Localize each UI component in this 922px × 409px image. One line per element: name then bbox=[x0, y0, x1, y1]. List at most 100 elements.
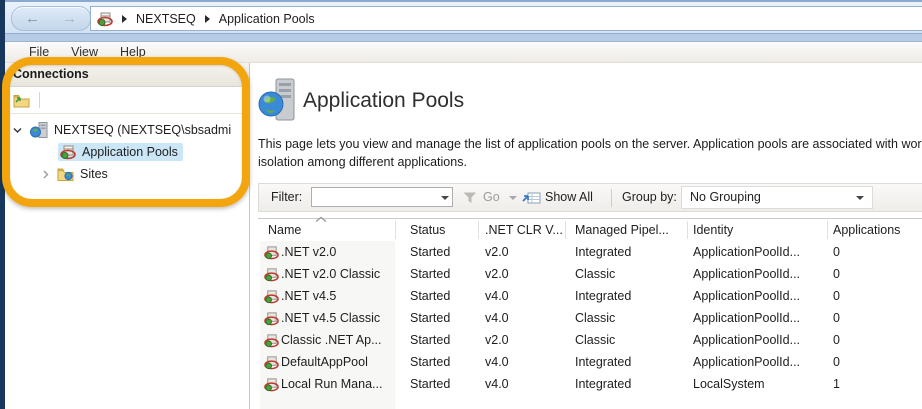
app-pool-icon bbox=[264, 289, 279, 307]
group-by-label: Group by: bbox=[622, 184, 677, 211]
cell-clr-version: v2.0 bbox=[485, 329, 509, 351]
sort-ascending-icon bbox=[315, 212, 327, 226]
table-row[interactable]: DefaultAppPool Started v4.0 Integrated A… bbox=[258, 351, 922, 373]
cell-name: .NET v2.0 bbox=[281, 241, 336, 263]
cell-identity: LocalSystem bbox=[693, 373, 765, 395]
cell-status: Started bbox=[410, 351, 450, 373]
table-header: Name Status .NET CLR V... Managed Pipel.… bbox=[258, 218, 922, 241]
menu-file[interactable]: File bbox=[18, 45, 60, 59]
chevron-right-icon[interactable] bbox=[40, 169, 51, 180]
go-button[interactable]: Go bbox=[483, 184, 500, 211]
column-header-identity[interactable]: Identity bbox=[693, 219, 733, 241]
table-row[interactable]: .NET v4.5 Classic Started v4.0 Classic A… bbox=[258, 307, 922, 329]
app-pool-icon bbox=[264, 377, 279, 395]
server-icon bbox=[30, 122, 48, 138]
cell-status: Started bbox=[410, 241, 450, 263]
cell-identity: ApplicationPoolId... bbox=[693, 241, 800, 263]
toolbar-separator bbox=[39, 92, 40, 108]
menu-view[interactable]: View bbox=[60, 45, 109, 59]
filter-input[interactable] bbox=[311, 187, 453, 207]
filter-toolbar: Filter: Go Show All Grou bbox=[258, 183, 922, 212]
filter-label: Filter: bbox=[271, 184, 302, 211]
cell-applications: 0 bbox=[833, 329, 840, 351]
tree-selection-highlight: Application Pools bbox=[58, 143, 183, 161]
menu-help[interactable]: Help bbox=[109, 45, 157, 59]
iis-manager-window: ← → NEXTSEQ Application Pools File View … bbox=[0, 0, 922, 409]
breadcrumb-arrow-icon bbox=[122, 15, 127, 23]
column-header-status[interactable]: Status bbox=[410, 219, 445, 241]
cell-clr-version: v4.0 bbox=[485, 351, 509, 373]
cell-pipeline: Classic bbox=[575, 263, 615, 285]
connections-tree: NEXTSEQ (NEXTSEQ\sbsadmi Application Poo… bbox=[5, 114, 249, 185]
cell-identity: ApplicationPoolId... bbox=[693, 351, 800, 373]
breadcrumb[interactable]: NEXTSEQ Application Pools bbox=[90, 6, 922, 31]
back-button[interactable]: ← bbox=[25, 9, 40, 28]
breadcrumb-arrow-icon bbox=[205, 15, 210, 23]
page-description-line2: isolation among different applications. bbox=[258, 155, 467, 169]
column-header-clr-version[interactable]: .NET CLR V... bbox=[485, 219, 563, 241]
tree-item-application-pools-label: Application Pools bbox=[82, 145, 178, 159]
tree-item-application-pools[interactable]: Application Pools bbox=[5, 141, 249, 163]
column-divider[interactable] bbox=[565, 221, 566, 239]
cell-identity: ApplicationPoolId... bbox=[693, 307, 800, 329]
column-header-pipeline[interactable]: Managed Pipel... bbox=[575, 219, 669, 241]
page-title: Application Pools bbox=[303, 89, 464, 113]
tree-item-sites-label: Sites bbox=[80, 167, 108, 181]
cell-clr-version: v4.0 bbox=[485, 285, 509, 307]
app-pool-icon bbox=[264, 311, 279, 329]
save-connection-icon[interactable] bbox=[13, 93, 30, 108]
show-all-button[interactable]: Show All bbox=[545, 184, 593, 211]
nav-buttons: ← → bbox=[11, 6, 91, 31]
application-pools-icon bbox=[60, 144, 76, 160]
cell-applications: 0 bbox=[833, 263, 840, 285]
cell-applications: 0 bbox=[833, 285, 840, 307]
column-divider[interactable] bbox=[827, 221, 828, 239]
column-divider[interactable] bbox=[395, 221, 396, 239]
table-row[interactable]: Classic .NET Ap... Started v2.0 Classic … bbox=[258, 329, 922, 351]
go-dropdown-icon[interactable] bbox=[509, 196, 517, 200]
cell-identity: ApplicationPoolId... bbox=[693, 263, 800, 285]
cell-status: Started bbox=[410, 329, 450, 351]
cell-clr-version: v2.0 bbox=[485, 241, 509, 263]
filter-dropdown-icon[interactable] bbox=[441, 196, 449, 200]
cell-applications: 1 bbox=[833, 373, 840, 395]
app-pools-table: .NET v2.0 Started v2.0 Integrated Applic… bbox=[258, 241, 922, 395]
cell-name: .NET v4.5 Classic bbox=[281, 307, 380, 329]
address-bar: ← → NEXTSEQ Application Pools bbox=[0, 0, 922, 33]
tree-item-sites[interactable]: Sites bbox=[5, 163, 249, 185]
table-row[interactable]: Local Run Mana... Started v4.0 Integrate… bbox=[258, 373, 922, 395]
tree-item-server[interactable]: NEXTSEQ (NEXTSEQ\sbsadmi bbox=[5, 119, 249, 141]
cell-pipeline: Classic bbox=[575, 307, 615, 329]
application-pools-page-icon bbox=[258, 78, 298, 126]
forward-button[interactable]: → bbox=[62, 9, 77, 28]
menu-bar: File View Help bbox=[0, 42, 922, 63]
cell-pipeline: Integrated bbox=[575, 241, 631, 263]
table-row[interactable]: .NET v4.5 Started v4.0 Integrated Applic… bbox=[258, 285, 922, 307]
app-pool-icon bbox=[264, 245, 279, 263]
app-pool-icon bbox=[264, 267, 279, 285]
tree-item-server-label: NEXTSEQ (NEXTSEQ\sbsadmi bbox=[54, 123, 231, 137]
cell-pipeline: Integrated bbox=[575, 351, 631, 373]
app-pool-icon bbox=[264, 355, 279, 373]
cell-pipeline: Integrated bbox=[575, 373, 631, 395]
breadcrumb-server[interactable]: NEXTSEQ bbox=[136, 12, 196, 26]
sites-folder-icon bbox=[57, 167, 74, 181]
column-header-applications[interactable]: Applications bbox=[833, 219, 900, 241]
breadcrumb-page[interactable]: Application Pools bbox=[219, 12, 315, 26]
table-row[interactable]: .NET v2.0 Classic Started v2.0 Classic A… bbox=[258, 263, 922, 285]
connections-panel: Connections bbox=[5, 63, 250, 409]
cell-name: Classic .NET Ap... bbox=[281, 329, 382, 351]
table-row[interactable]: .NET v2.0 Started v2.0 Integrated Applic… bbox=[258, 241, 922, 263]
connections-toolbar bbox=[5, 87, 249, 114]
app-pool-icon bbox=[264, 333, 279, 351]
column-divider[interactable] bbox=[687, 221, 688, 239]
chevron-down-icon[interactable] bbox=[12, 125, 23, 136]
cell-pipeline: Classic bbox=[575, 329, 615, 351]
cell-applications: 0 bbox=[833, 241, 840, 263]
column-divider[interactable] bbox=[478, 221, 479, 239]
column-header-name[interactable]: Name bbox=[268, 219, 301, 241]
page-description-line1: This page lets you view and manage the l… bbox=[258, 137, 922, 151]
group-by-select[interactable]: No Grouping bbox=[681, 186, 873, 209]
chevron-down-icon bbox=[856, 196, 864, 200]
window-left-border bbox=[0, 0, 5, 409]
